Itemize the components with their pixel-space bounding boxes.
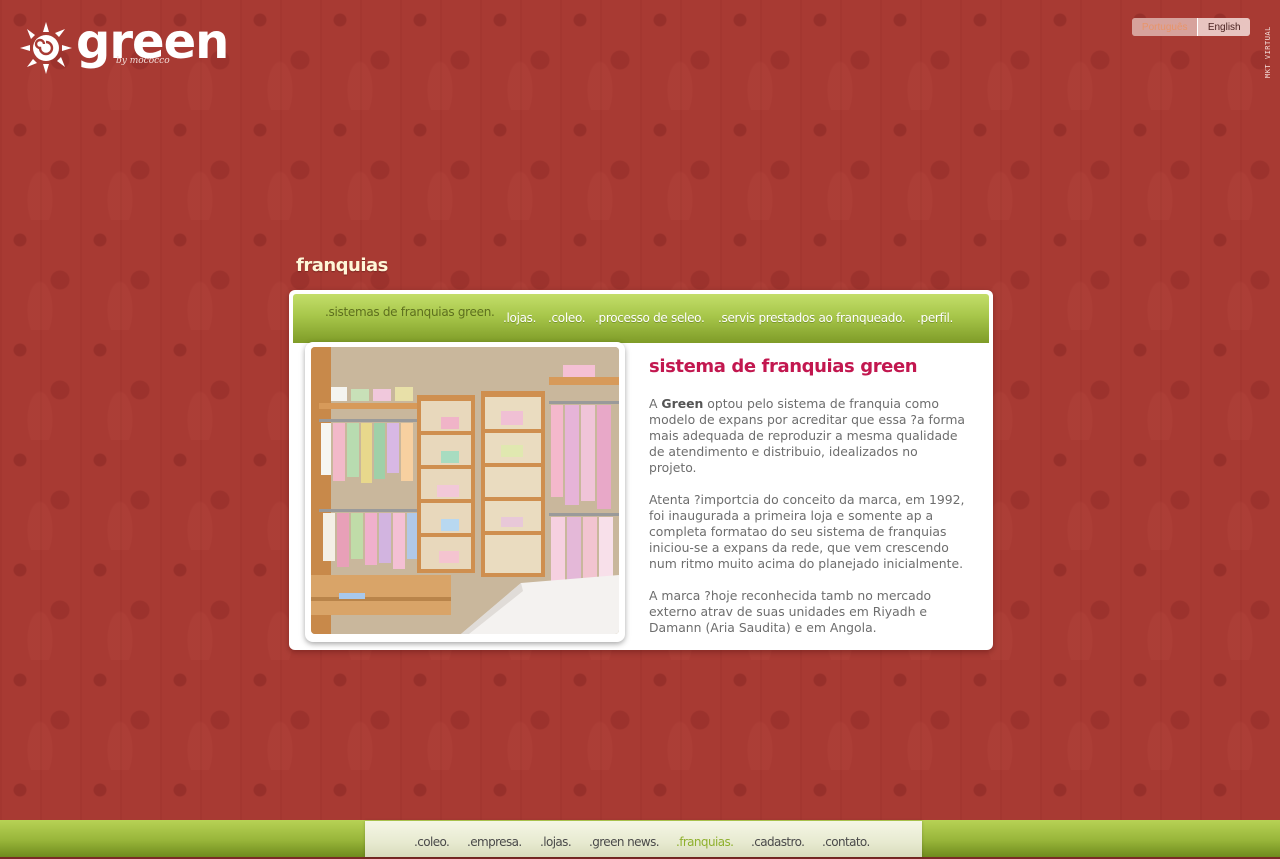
subnav-item-servicos[interactable]: .servis prestados ao franqueado. [718, 294, 906, 343]
language-english[interactable]: English [1197, 18, 1250, 36]
nav-item-colecao[interactable]: .coleo. [414, 835, 450, 849]
section-title: franquias [296, 255, 388, 276]
subnav-item-perfil[interactable]: .perfil. [917, 294, 953, 343]
paragraph-3: A marca ?hoje reconhecida tamb no mercad… [649, 588, 932, 635]
content-title: sistema de franquias green [649, 356, 918, 377]
paragraph-1: A Green optou pelo sistema de franquia c… [649, 396, 969, 476]
sun-logo-icon [20, 22, 72, 74]
language-portuguese[interactable]: Português [1132, 18, 1198, 36]
store-photo-frame [305, 342, 625, 642]
content-panel: .sistemas de franquias green. .lojas. .c… [289, 290, 993, 650]
franchise-subnav: .sistemas de franquias green. .lojas. .c… [293, 294, 989, 343]
logo-tagline: by mococco [116, 56, 170, 66]
nav-item-cadastro[interactable]: .cadastro. [751, 835, 805, 849]
nav-item-franquias[interactable]: .franquias. [676, 835, 734, 849]
nav-item-lojas[interactable]: .lojas. [540, 835, 572, 849]
nav-item-green-news[interactable]: .green news. [589, 835, 660, 849]
subnav-item-processo[interactable]: .processo de seleo. [595, 294, 705, 343]
subnav-item-colecao[interactable]: .coleo. [548, 294, 586, 343]
paragraph-1-prefix: A [649, 396, 662, 411]
brand-name: Green [661, 396, 704, 411]
subnav-item-sistemas[interactable]: .sistemas de franquias green. [325, 288, 495, 337]
paragraph-2: Atenta ?importcia do conceito da marca, … [649, 492, 965, 571]
content-body: A Green optou pelo sistema de franquia c… [649, 396, 969, 652]
main-nav: .coleo. .empresa. .lojas. .green news. .… [365, 821, 922, 857]
store-interior-photo [311, 347, 619, 634]
language-switcher: Português English [1132, 18, 1250, 36]
green-logo[interactable]: green by mococco [18, 14, 229, 82]
subnav-item-lojas[interactable]: .lojas. [503, 294, 536, 343]
nav-item-empresa[interactable]: .empresa. [467, 835, 522, 849]
agency-credit[interactable]: MKT VIRTUAL [1264, 8, 1278, 78]
nav-item-contato[interactable]: .contato. [822, 835, 870, 849]
